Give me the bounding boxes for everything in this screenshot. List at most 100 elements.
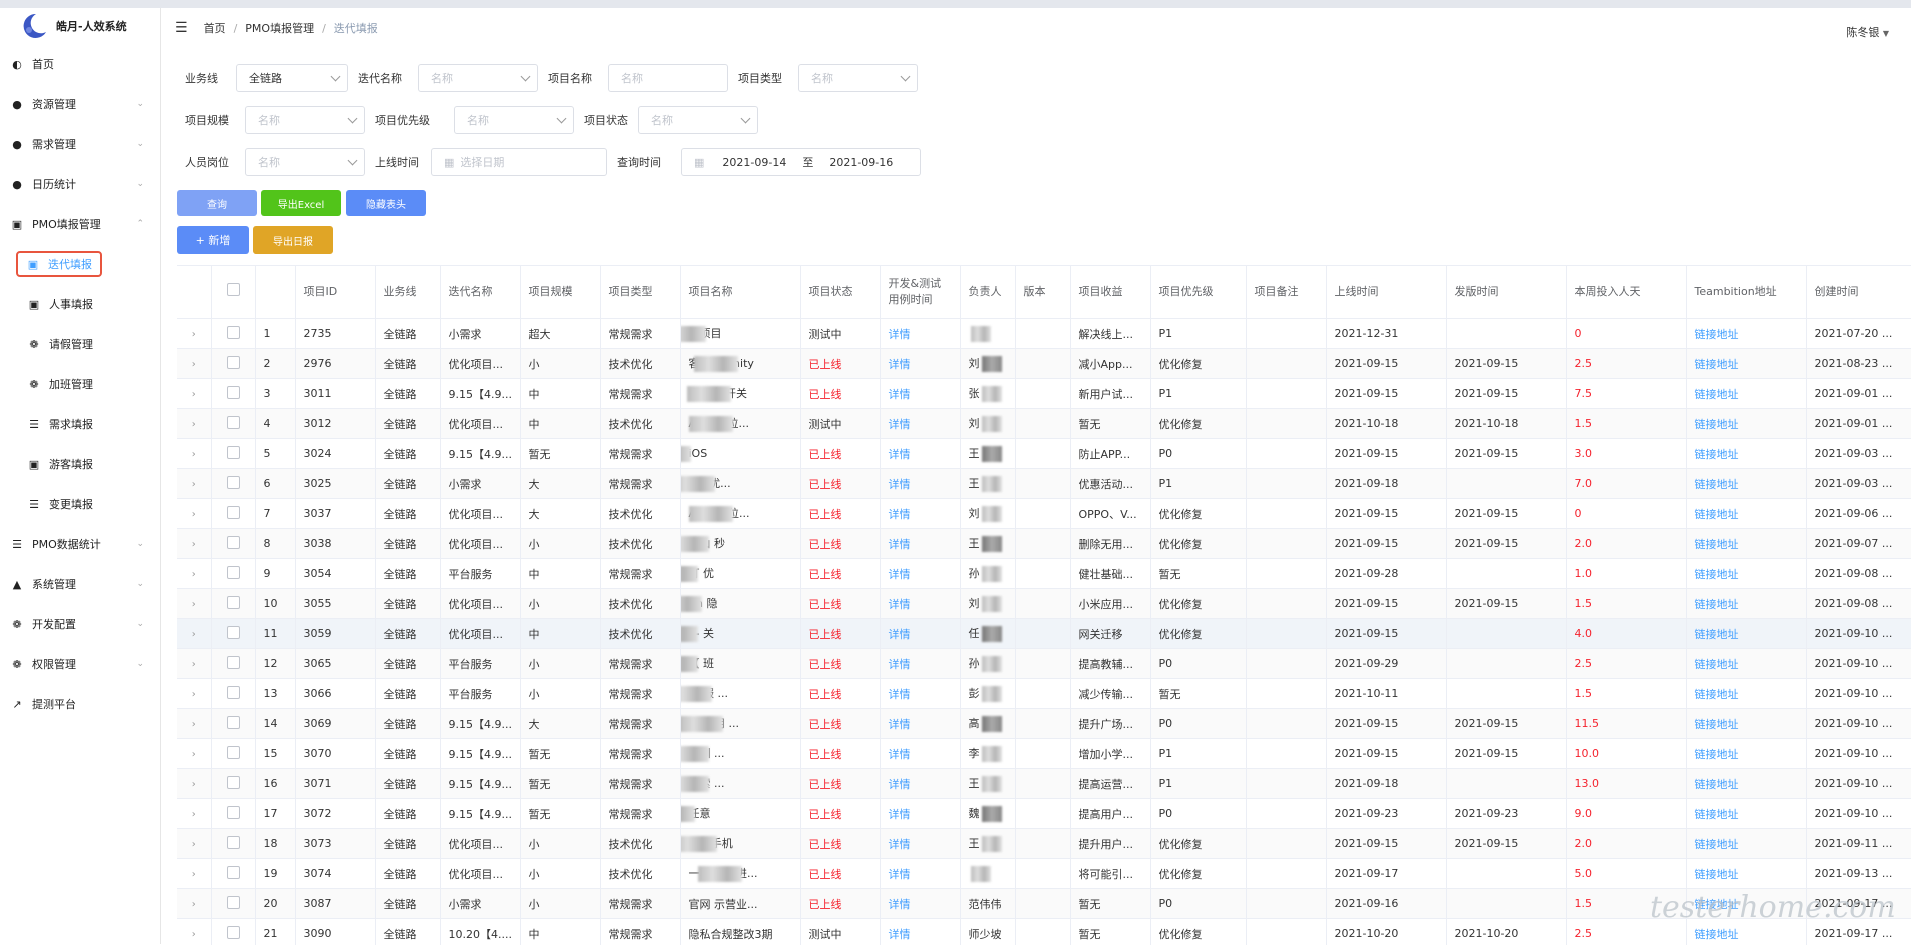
- checkbox-cell[interactable]: [211, 619, 255, 649]
- cell-detail[interactable]: 详情: [880, 679, 960, 709]
- cell-text[interactable]: 链接地址: [1695, 598, 1739, 611]
- checkbox-cell[interactable]: [211, 889, 255, 919]
- expand-cell[interactable]: ›: [177, 739, 211, 769]
- query-date-range[interactable]: ▦2021-09-14至2021-09-16: [681, 148, 921, 176]
- cell-text[interactable]: 链接地址: [1695, 838, 1739, 851]
- cell-text[interactable]: 链接地址: [1695, 808, 1739, 821]
- row-checkbox[interactable]: [227, 506, 240, 519]
- expand-cell[interactable]: ›: [177, 319, 211, 349]
- cell-detail[interactable]: 详情: [880, 829, 960, 859]
- breadcrumb-home[interactable]: 首页: [204, 20, 226, 36]
- cell-text[interactable]: 链接地址: [1695, 328, 1739, 341]
- cell-tb[interactable]: 链接地址: [1686, 529, 1806, 559]
- table-row[interactable]: ›133066全链路平台服务小常规需求对 服 ...已上线详情彭减少传输...暂…: [177, 679, 1911, 709]
- menu-item[interactable]: ▲系统管理⌄: [0, 564, 160, 604]
- table-row[interactable]: ›153070全链路9.15【4.9...暂无常规需求【训 ...已上线详情李增…: [177, 739, 1911, 769]
- cell-detail[interactable]: 详情: [880, 709, 960, 739]
- cell-detail[interactable]: 详情: [880, 529, 960, 559]
- cell-detail[interactable]: 详情: [880, 379, 960, 409]
- expand-row-icon[interactable]: ›: [192, 809, 196, 820]
- row-checkbox[interactable]: [227, 896, 240, 909]
- table-row[interactable]: ›113059全链路优化项目...中技术优化1- 关已上线详情任网关迁移优化修复…: [177, 619, 1911, 649]
- expand-cell[interactable]: ›: [177, 889, 211, 919]
- expand-row-icon[interactable]: ›: [192, 869, 196, 880]
- cell-text[interactable]: 链接地址: [1695, 688, 1739, 701]
- cell-detail[interactable]: 详情: [880, 319, 960, 349]
- iteration-name-select[interactable]: 名称: [418, 64, 538, 92]
- cell-text[interactable]: 详情: [889, 388, 911, 401]
- project-name-input[interactable]: 名称: [608, 64, 728, 92]
- cell-tb[interactable]: 链接地址: [1686, 319, 1806, 349]
- cell-tb[interactable]: 链接地址: [1686, 739, 1806, 769]
- export-excel-button[interactable]: 导出Excel: [261, 190, 341, 216]
- expand-row-icon[interactable]: ›: [192, 689, 196, 700]
- cell-tb[interactable]: 链接地址: [1686, 349, 1806, 379]
- expand-cell[interactable]: ›: [177, 619, 211, 649]
- cell-tb[interactable]: 链接地址: [1686, 859, 1806, 889]
- expand-row-icon[interactable]: ›: [192, 599, 196, 610]
- staff-role-select[interactable]: 名称: [245, 148, 365, 176]
- cell-text[interactable]: 详情: [889, 448, 911, 461]
- expand-row-icon[interactable]: ›: [192, 359, 196, 370]
- expand-cell[interactable]: ›: [177, 409, 211, 439]
- row-checkbox[interactable]: [227, 536, 240, 549]
- expand-row-icon[interactable]: ›: [192, 509, 196, 520]
- cell-text[interactable]: 链接地址: [1695, 448, 1739, 461]
- checkbox-cell[interactable]: [211, 859, 255, 889]
- cell-detail[interactable]: 详情: [880, 589, 960, 619]
- cell-text[interactable]: 详情: [889, 358, 911, 371]
- expand-cell[interactable]: ›: [177, 469, 211, 499]
- expand-row-icon[interactable]: ›: [192, 659, 196, 670]
- submenu-item[interactable]: ▣人事填报: [0, 284, 160, 324]
- expand-row-icon[interactable]: ›: [192, 329, 196, 340]
- expand-row-icon[interactable]: ›: [192, 899, 196, 910]
- cell-text[interactable]: 详情: [889, 478, 911, 491]
- expand-cell[interactable]: ›: [177, 919, 211, 945]
- export-daily-button[interactable]: 导出日报: [253, 226, 333, 254]
- cell-text[interactable]: 链接地址: [1695, 388, 1739, 401]
- row-checkbox[interactable]: [227, 776, 240, 789]
- cell-detail[interactable]: 详情: [880, 889, 960, 919]
- row-checkbox[interactable]: [227, 806, 240, 819]
- menu-item[interactable]: ●需求管理⌄: [0, 124, 160, 164]
- expand-cell[interactable]: ›: [177, 529, 211, 559]
- expand-row-icon[interactable]: ›: [192, 539, 196, 550]
- checkbox-cell[interactable]: [211, 649, 255, 679]
- expand-row-icon[interactable]: ›: [192, 719, 196, 730]
- cell-text[interactable]: 详情: [889, 508, 911, 521]
- checkbox-cell[interactable]: [211, 799, 255, 829]
- checkbox-cell[interactable]: [211, 829, 255, 859]
- expand-cell[interactable]: ›: [177, 799, 211, 829]
- row-checkbox[interactable]: [227, 686, 240, 699]
- cell-detail[interactable]: 详情: [880, 739, 960, 769]
- checkbox-cell[interactable]: [211, 769, 255, 799]
- cell-text[interactable]: 详情: [889, 658, 911, 671]
- row-checkbox[interactable]: [227, 446, 240, 459]
- query-button[interactable]: 查询: [177, 190, 257, 216]
- user-menu[interactable]: 陈冬银 ▼: [1846, 24, 1889, 40]
- row-checkbox[interactable]: [227, 746, 240, 759]
- table-row[interactable]: ›193074全链路优化项目...小技术优化一辅 学习进...已上线详情将可能引…: [177, 859, 1911, 889]
- expand-cell[interactable]: ›: [177, 589, 211, 619]
- menu-item[interactable]: ▣PMO填报管理⌃: [0, 204, 160, 244]
- expand-cell[interactable]: ›: [177, 769, 211, 799]
- table-row[interactable]: ›183073全链路优化项目...小技术优化iOS 手机已上线详情王提升用户..…: [177, 829, 1911, 859]
- cell-text[interactable]: 链接地址: [1695, 478, 1739, 491]
- expand-cell[interactable]: ›: [177, 559, 211, 589]
- row-checkbox[interactable]: [227, 656, 240, 669]
- expand-row-icon[interactable]: ›: [192, 779, 196, 790]
- hide-header-button[interactable]: 隐藏表头: [346, 190, 426, 216]
- query-start-date[interactable]: 2021-09-14: [722, 156, 786, 169]
- cell-text[interactable]: 详情: [889, 628, 911, 641]
- cell-text[interactable]: 链接地址: [1695, 628, 1739, 641]
- cell-detail[interactable]: 详情: [880, 469, 960, 499]
- cell-text[interactable]: 详情: [889, 328, 911, 341]
- submenu-item[interactable]: ☰需求填报: [0, 404, 160, 444]
- expand-row-icon[interactable]: ›: [192, 419, 196, 430]
- cell-text[interactable]: 链接地址: [1695, 928, 1739, 941]
- cell-tb[interactable]: 链接地址: [1686, 589, 1806, 619]
- cell-detail[interactable]: 详情: [880, 799, 960, 829]
- project-status-select[interactable]: 名称: [638, 106, 758, 134]
- cell-text[interactable]: 详情: [889, 418, 911, 431]
- checkbox-cell[interactable]: [211, 349, 255, 379]
